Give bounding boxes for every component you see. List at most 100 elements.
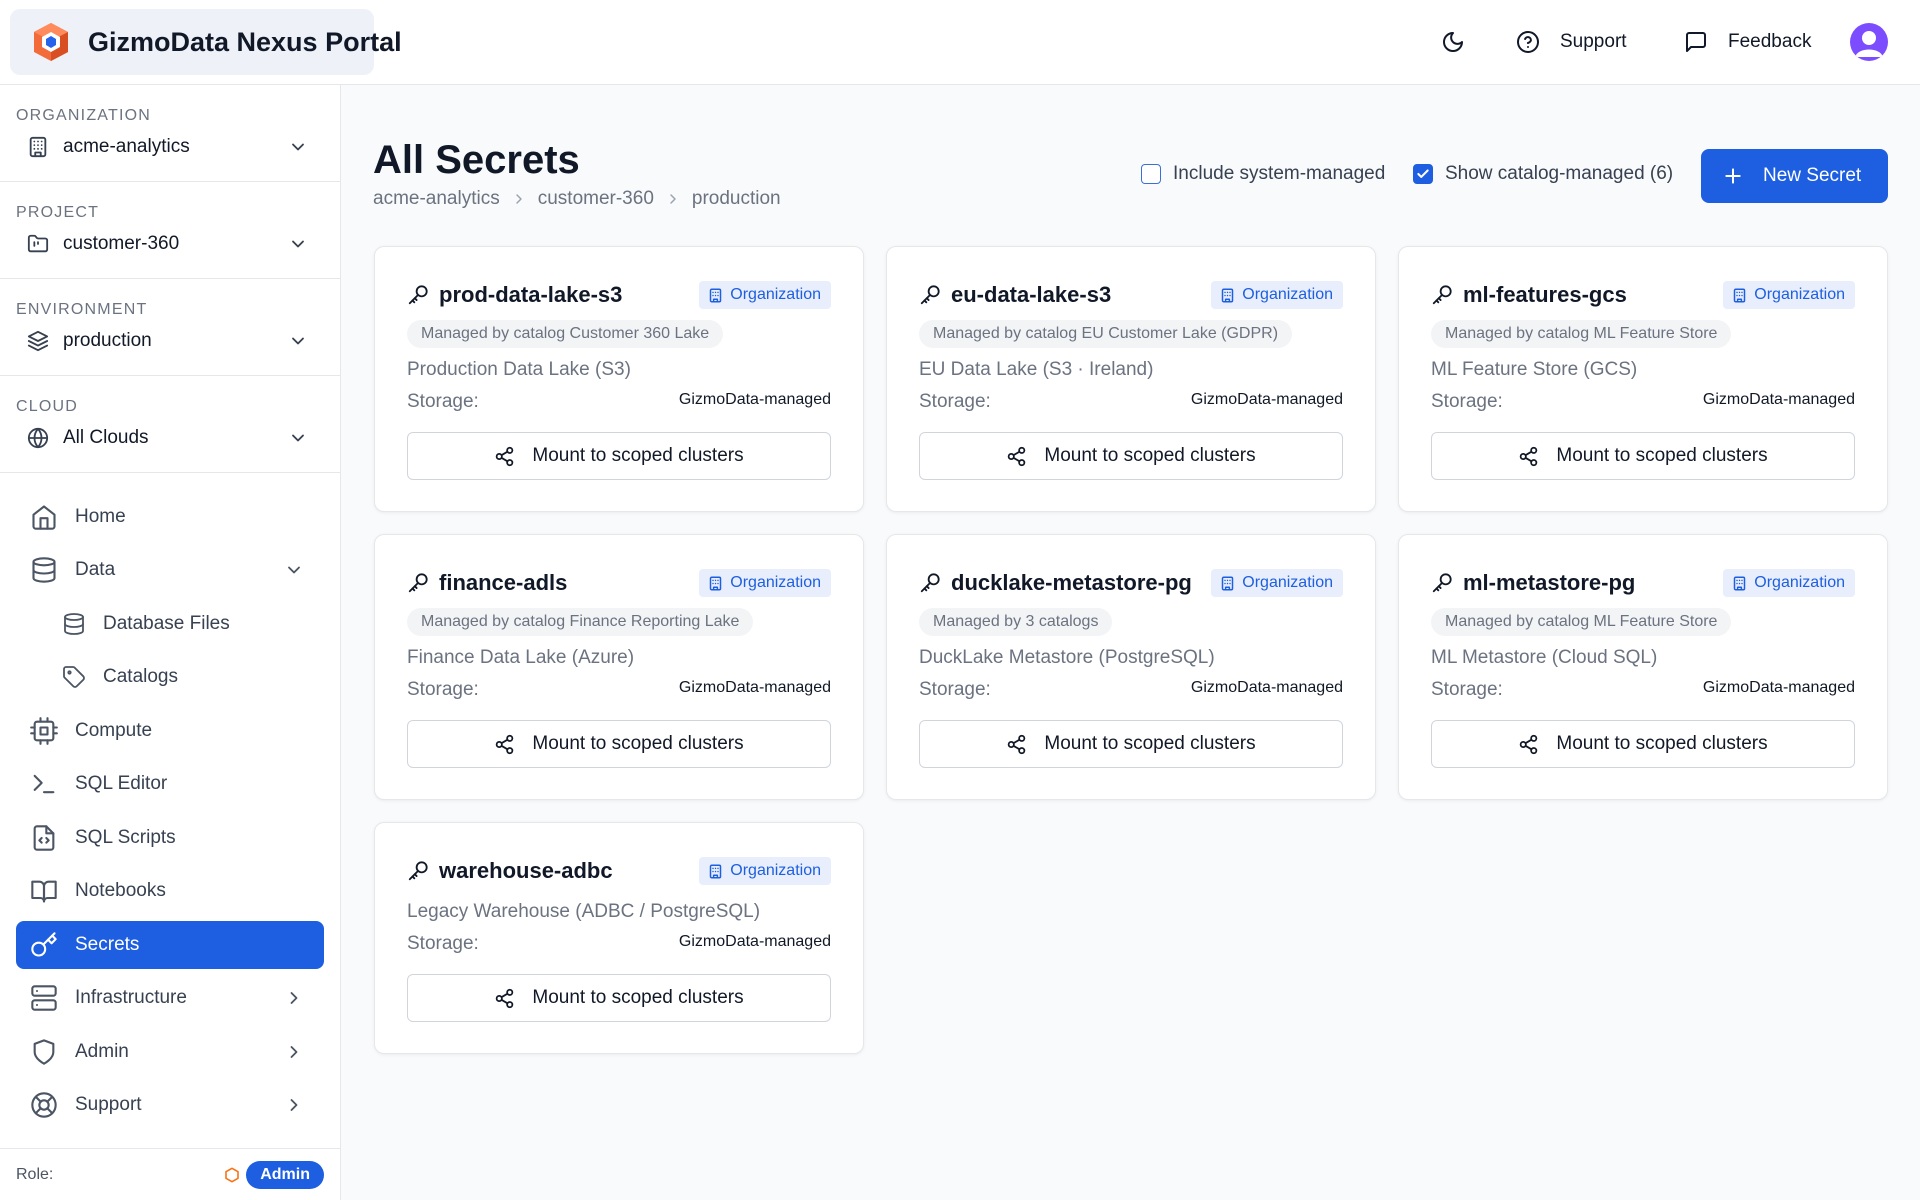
secret-description: Legacy Warehouse (ADBC / PostgreSQL): [407, 901, 761, 922]
chevron-right-icon: [284, 988, 304, 1008]
scope-badge-label: Organization: [1242, 286, 1333, 303]
secret-name[interactable]: finance-adls: [439, 570, 567, 596]
environment-scope: ENVIRONMENT production: [0, 279, 340, 376]
secret-card-ml-features-gcs[interactable]: ml-features-gcs Organization Managed by …: [1398, 246, 1888, 512]
managed-by-pill: Managed by catalog EU Customer Lake (GDP…: [919, 320, 1293, 348]
managed-by-pill: Managed by 3 catalogs: [919, 608, 1113, 636]
secret-card-ml-metastore-pg[interactable]: ml-metastore-pg Organization Managed by …: [1398, 534, 1888, 800]
mount-to-scoped-clusters-button[interactable]: Mount to scoped clusters: [1431, 432, 1855, 480]
mount-to-scoped-clusters-button[interactable]: Mount to scoped clusters: [407, 720, 831, 768]
shield-icon: [30, 1038, 58, 1066]
chevron-right-icon: [665, 191, 681, 207]
storage-value: GizmoData-managed: [678, 933, 831, 950]
mount-to-scoped-clusters-button[interactable]: Mount to scoped clusters: [407, 974, 831, 1022]
sidebar-item-infrastructure[interactable]: Infrastructure: [16, 974, 324, 1022]
sidebar-item-data[interactable]: Data: [16, 546, 324, 594]
secret-name[interactable]: ml-metastore-pg: [1463, 570, 1635, 596]
scope-badge: Organization: [1723, 281, 1855, 309]
sidebar-item-admin[interactable]: Admin: [16, 1028, 324, 1076]
storage-label: Storage:: [919, 391, 991, 412]
secret-name[interactable]: warehouse-adbc: [439, 858, 613, 884]
sidebar-item-label: Catalogs: [103, 666, 178, 687]
scope-badge: Organization: [699, 281, 831, 309]
mount-to-scoped-clusters-button[interactable]: Mount to scoped clusters: [919, 720, 1343, 768]
checkbox-box[interactable]: [1413, 164, 1433, 184]
chevron-right-icon: [511, 191, 527, 207]
key-icon: [919, 572, 941, 594]
theme-toggle-button[interactable]: [1441, 22, 1465, 62]
feedback-button[interactable]: Feedback: [1684, 22, 1811, 62]
sidebar-item-label: Compute: [75, 720, 153, 741]
sidebar-item-home[interactable]: Home: [16, 493, 324, 541]
mount-label: Mount to scoped clusters: [532, 445, 744, 466]
sidebar-item-label: Data: [75, 559, 116, 580]
sidebar-item-label: Notebooks: [75, 880, 166, 901]
scope-value: customer-360: [63, 233, 180, 254]
sidebar-item-catalogs[interactable]: Catalogs: [16, 653, 324, 701]
storage-value: GizmoData-managed: [1702, 679, 1855, 696]
secret-card-ducklake-metastore-pg[interactable]: ducklake-metastore-pg Organization Manag…: [886, 534, 1376, 800]
folder-icon: [27, 233, 49, 255]
scope-badge: Organization: [1723, 569, 1855, 597]
sidebar-item-sql-scripts[interactable]: SQL Scripts: [16, 814, 324, 862]
secret-card-eu-data-lake-s3[interactable]: eu-data-lake-s3 Organization Managed by …: [886, 246, 1376, 512]
secret-card-warehouse-adbc[interactable]: warehouse-adbc Organization Legacy Wareh…: [374, 822, 864, 1054]
secret-card-prod-data-lake-s3[interactable]: prod-data-lake-s3 Organization Managed b…: [374, 246, 864, 512]
secret-name[interactable]: ml-features-gcs: [1463, 282, 1627, 308]
storage-label: Storage:: [919, 679, 991, 700]
environment-select[interactable]: production: [16, 319, 324, 363]
brand[interactable]: GizmoData Nexus Portal: [10, 9, 402, 75]
storage-label: Storage:: [407, 391, 479, 412]
cloud-select[interactable]: All Clouds: [16, 416, 324, 460]
mount-to-scoped-clusters-button[interactable]: Mount to scoped clusters: [919, 432, 1343, 480]
sidebar-item-compute[interactable]: Compute: [16, 707, 324, 755]
checkbox-label: Show catalog-managed (6): [1445, 163, 1674, 184]
sidebar-item-secrets[interactable]: Secrets: [16, 921, 324, 969]
cloud-scope: CLOUD All Clouds: [0, 376, 340, 473]
plus-icon: [1723, 166, 1743, 186]
new-secret-button[interactable]: New Secret: [1701, 149, 1888, 203]
breadcrumb-organization[interactable]: acme-analytics: [373, 188, 500, 210]
support-button[interactable]: Support: [1516, 22, 1627, 62]
project-select[interactable]: customer-360: [16, 222, 324, 266]
building-icon: [1220, 576, 1235, 591]
building-icon: [708, 288, 723, 303]
scope-label: CLOUD: [16, 398, 79, 415]
tag-icon: [62, 665, 86, 689]
sidebar-item-database-files[interactable]: Database Files: [16, 600, 324, 648]
mount-to-scoped-clusters-button[interactable]: Mount to scoped clusters: [407, 432, 831, 480]
sidebar-item-label: SQL Editor: [75, 773, 168, 794]
breadcrumb-project[interactable]: customer-360: [538, 188, 654, 210]
avatar[interactable]: [1850, 23, 1888, 61]
key-icon: [407, 860, 429, 882]
chevron-down-icon: [288, 331, 308, 351]
secret-description: EU Data Lake (S3 · Ireland): [919, 359, 1154, 380]
secret-name[interactable]: eu-data-lake-s3: [951, 282, 1111, 308]
organization-select[interactable]: acme-analytics: [16, 125, 324, 169]
managed-by-pill: Managed by catalog Customer 360 Lake: [407, 320, 724, 348]
scope-value: All Clouds: [63, 427, 149, 448]
chevron-down-icon: [288, 428, 308, 448]
breadcrumb-environment[interactable]: production: [692, 188, 781, 210]
sidebar-item-sql-editor[interactable]: SQL Editor: [16, 760, 324, 808]
include-system-managed-checkbox[interactable]: Include system-managed: [1141, 163, 1385, 185]
secret-description: ML Metastore (Cloud SQL): [1431, 647, 1658, 668]
role-label: Role:: [16, 1165, 54, 1183]
checkbox-box[interactable]: [1141, 164, 1161, 184]
mount-label: Mount to scoped clusters: [532, 733, 744, 754]
server-icon: [30, 984, 58, 1012]
mount-to-scoped-clusters-button[interactable]: Mount to scoped clusters: [1431, 720, 1855, 768]
show-catalog-managed-checkbox[interactable]: Show catalog-managed (6): [1413, 163, 1673, 185]
secret-card-finance-adls[interactable]: finance-adls Organization Managed by cat…: [374, 534, 864, 800]
share-icon: [1518, 446, 1539, 467]
secret-name[interactable]: ducklake-metastore-pg: [951, 570, 1192, 596]
sidebar-item-notebooks[interactable]: Notebooks: [16, 867, 324, 915]
storage-label: Storage:: [1431, 391, 1503, 412]
secret-name[interactable]: prod-data-lake-s3: [439, 282, 622, 308]
mount-label: Mount to scoped clusters: [1556, 733, 1768, 754]
secret-description: ML Feature Store (GCS): [1431, 359, 1638, 380]
database-icon: [62, 612, 86, 636]
sidebar-item-support[interactable]: Support: [16, 1081, 324, 1129]
scope-value: acme-analytics: [63, 136, 190, 157]
share-icon: [1006, 446, 1027, 467]
